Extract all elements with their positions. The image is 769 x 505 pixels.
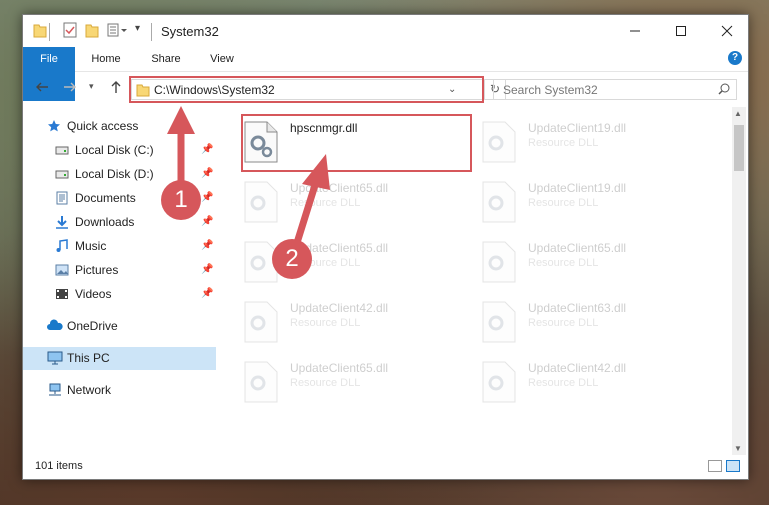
step-1-badge: 1 (161, 180, 201, 220)
desktop: { "window": { "title": "System32" }, "ri… (0, 0, 769, 505)
step-2-badge: 2 (272, 239, 312, 279)
annotation-arrows (167, 106, 330, 248)
